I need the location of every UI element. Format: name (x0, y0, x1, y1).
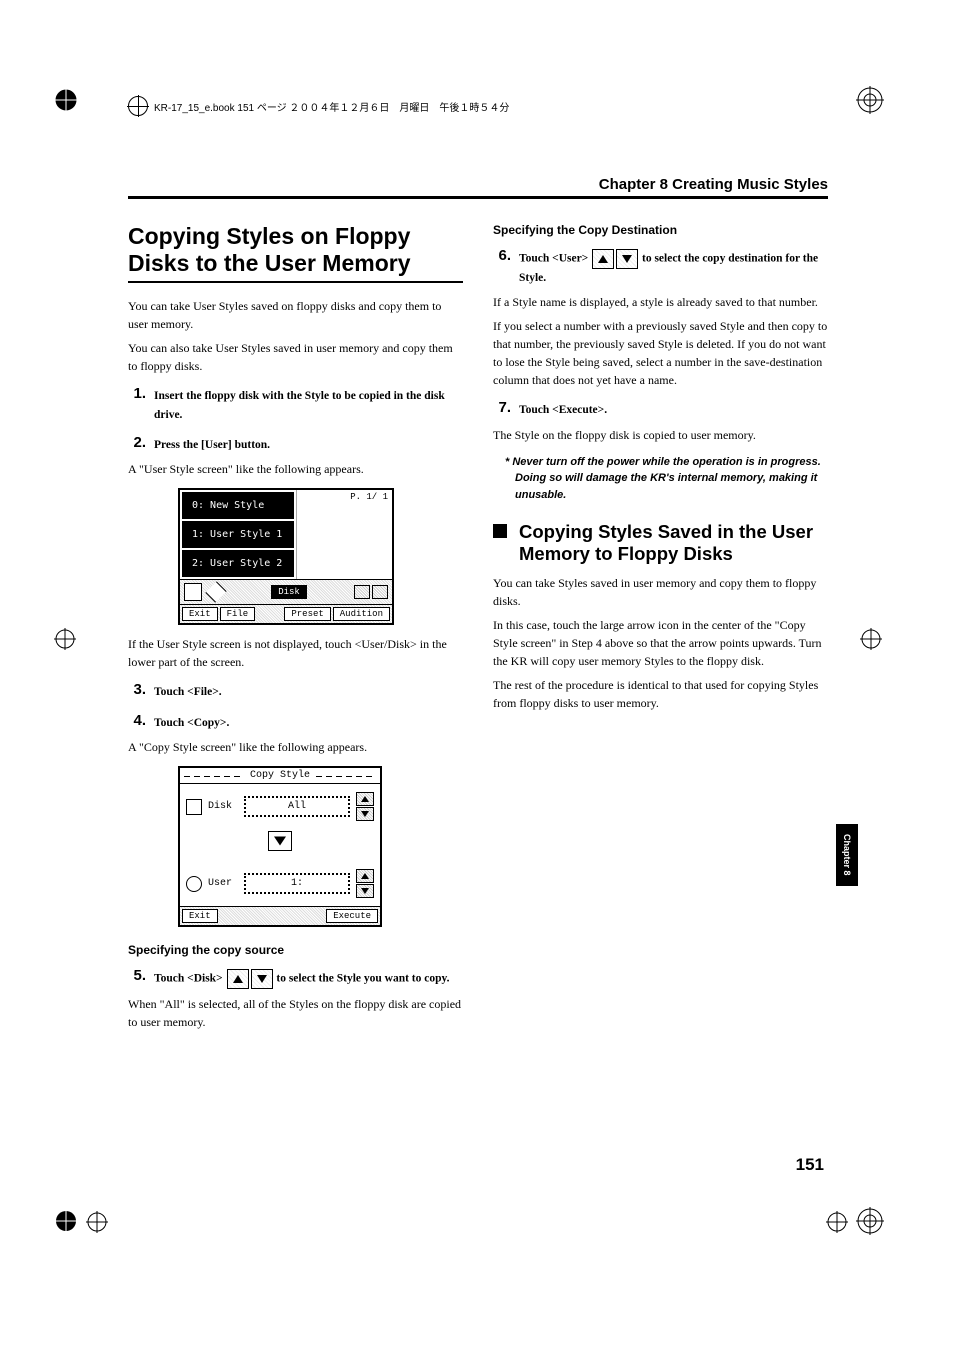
exit-button: Exit (182, 607, 218, 621)
alignment-mark-icon (54, 628, 76, 650)
step-number: 2 (128, 434, 146, 451)
section-title: Copying Styles on Floppy Disks to the Us… (128, 223, 463, 283)
source-file-text: KR-17_15_e.book 151 ページ ２００４年１２月６日 月曜日 午… (154, 99, 509, 114)
chapter-running-header: Chapter 8 Creating Music Styles (128, 176, 828, 199)
arrow-down-icon (251, 969, 273, 989)
arrow-up-icon (592, 249, 614, 269)
execute-button: Execute (326, 909, 378, 923)
alignment-mark-icon (86, 1211, 108, 1233)
step-number: 4 (128, 712, 146, 729)
subsection-title-text: Copying Styles Saved in the User Memory … (519, 521, 828, 565)
step-result: The Style on the floppy disk is copied t… (493, 426, 828, 444)
list-item: 0: New Style (182, 492, 294, 519)
next-icon (372, 585, 388, 599)
arrow-up-icon (356, 792, 374, 806)
step-result: A "User Style screen" like the following… (128, 460, 463, 478)
registration-mark-icon (856, 1207, 884, 1235)
body-paragraph: You can take Styles saved in user memory… (493, 574, 828, 610)
step-text: Touch <User> to select the copy destinat… (519, 247, 828, 287)
arrow-down-icon (616, 249, 638, 269)
intro-paragraph: You can also take User Styles saved in u… (128, 339, 463, 375)
step-text: Touch <Disk> to select the Style you wan… (154, 967, 450, 989)
list-item: 1: User Style 1 (182, 521, 294, 548)
body-paragraph: In this case, touch the large arrow icon… (493, 616, 828, 670)
disk-value: All (244, 796, 350, 817)
step-text: Press the [User] button. (154, 434, 270, 454)
exit-button: Exit (182, 909, 218, 923)
step-note: When "All" is selected, all of the Style… (128, 995, 463, 1031)
file-button: File (220, 607, 256, 621)
disk-button: Disk (271, 585, 307, 599)
arrow-down-icon (356, 807, 374, 821)
source-file-header: KR-17_15_e.book 151 ページ ２００４年１２月６日 月曜日 午… (128, 96, 509, 116)
square-bullet-icon (493, 524, 507, 538)
screen-note: If the User Style screen is not displaye… (128, 635, 463, 671)
step-note: If you select a number with a previously… (493, 317, 828, 389)
step-note: If a Style name is displayed, a style is… (493, 293, 828, 311)
pencil-icon (205, 582, 226, 603)
subheading-copy-source: Specifying the copy source (128, 943, 463, 957)
floppy-icon (186, 799, 202, 815)
page-number: 151 (796, 1155, 824, 1175)
list-item: 2: User Style 2 (182, 550, 294, 577)
intro-paragraph: You can take User Styles saved on floppy… (128, 297, 463, 333)
user-style-screen-illustration: 0: New Style 1: User Style 1 2: User Sty… (178, 488, 394, 625)
warning-note: Never turn off the power while the opera… (515, 454, 828, 504)
registration-mark-icon (52, 1207, 80, 1235)
registration-mark-icon (856, 86, 884, 114)
step-text: Touch <Execute>. (519, 399, 607, 419)
step-number: 1 (128, 385, 146, 402)
step-text: Insert the floppy disk with the Style to… (154, 385, 463, 424)
step-7: 7 Touch <Execute>. (493, 399, 828, 419)
step-4: 4 Touch <Copy>. (128, 712, 463, 732)
dialog-title: Copy Style (180, 768, 380, 784)
step-number: 6 (493, 247, 511, 264)
arrow-up-icon (227, 969, 249, 989)
user-value: 1: (244, 873, 350, 894)
arrow-down-large-icon (268, 831, 292, 851)
step-number: 3 (128, 681, 146, 698)
step-number: 5 (128, 967, 146, 984)
step-text: Touch <Copy>. (154, 712, 229, 732)
step-3: 3 Touch <File>. (128, 681, 463, 701)
copy-style-screen-illustration: Copy Style Disk All User 1: (178, 766, 382, 927)
step-1: 1 Insert the floppy disk with the Style … (128, 385, 463, 424)
pencil-icon (186, 876, 202, 892)
alignment-mark-icon (826, 1211, 848, 1233)
page-indicator: P. 1/ 1 (350, 492, 388, 502)
preset-button: Preset (284, 607, 330, 621)
arrow-down-icon (356, 884, 374, 898)
crosshair-icon (128, 96, 148, 116)
audition-button: Audition (333, 607, 390, 621)
prev-icon (354, 585, 370, 599)
step-result: A "Copy Style screen" like the following… (128, 738, 463, 756)
step-6: 6 Touch <User> to select the copy destin… (493, 247, 828, 287)
subheading-copy-destination: Specifying the Copy Destination (493, 223, 828, 237)
step-5: 5 Touch <Disk> to select the Style you w… (128, 967, 463, 989)
user-label: User (208, 878, 238, 889)
subsection-title: Copying Styles Saved in the User Memory … (493, 521, 828, 565)
registration-mark-icon (52, 86, 80, 114)
arrow-up-icon (356, 869, 374, 883)
step-text: Touch <File>. (154, 681, 222, 701)
step-2: 2 Press the [User] button. (128, 434, 463, 454)
disk-label: Disk (208, 801, 238, 812)
alignment-mark-icon (860, 628, 882, 650)
floppy-icon (184, 583, 202, 601)
body-paragraph: The rest of the procedure is identical t… (493, 676, 828, 712)
step-number: 7 (493, 399, 511, 416)
chapter-side-tab: Chapter 8 (836, 824, 858, 886)
